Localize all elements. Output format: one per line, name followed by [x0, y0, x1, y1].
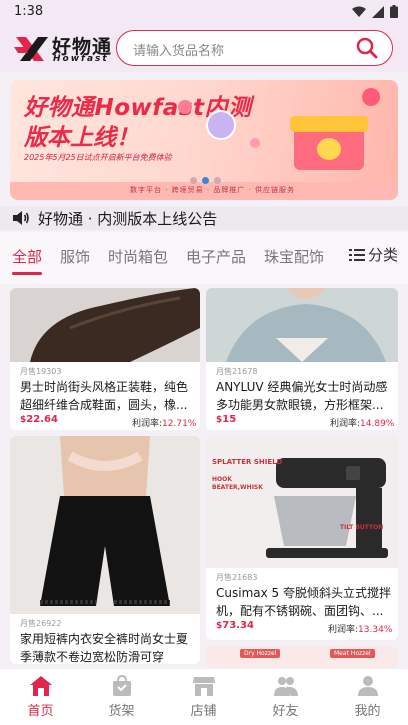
sold-count: 月售21678 — [216, 367, 258, 376]
promo-banner[interactable]: 好物通Howfast内测 版本上线！ 2025年5月25日试点开启新平台免费体验… — [10, 80, 398, 200]
list-icon — [348, 248, 365, 261]
carousel-dot[interactable] — [214, 177, 221, 184]
product-title: ANYLUV 经典偏光女士时尚动感多功能男女款眼镜，方形框架... — [216, 380, 388, 412]
product-image — [206, 436, 398, 568]
image-badge: Meat Hozzel — [330, 649, 375, 658]
tab-electronics[interactable]: 电子产品 — [186, 246, 246, 267]
battery-icon — [390, 5, 398, 18]
announcement-text: 好物通 · 内测版本上线公告 — [38, 210, 218, 228]
category-button[interactable]: 分类 — [344, 244, 398, 265]
tab-bags[interactable]: 时尚箱包 — [108, 246, 168, 267]
status-time: 1:38 — [14, 4, 44, 19]
nav-label: 店铺 — [190, 704, 217, 719]
product-price: $15 — [216, 414, 237, 425]
status-icons — [352, 5, 398, 18]
wifi-icon — [352, 6, 366, 17]
home-icon — [30, 676, 52, 696]
nav-store[interactable]: 店铺 — [163, 669, 244, 725]
profit-rate: 利润率:14.89% — [330, 419, 395, 429]
logo-subtext: Howfast — [53, 54, 109, 64]
carousel-indicator[interactable] — [190, 177, 221, 184]
sold-count: 月售26922 — [20, 619, 62, 628]
nav-shelf[interactable]: 货架 — [81, 669, 162, 725]
product-price: $22.64 — [20, 414, 58, 425]
product-title: 家用短裤内衣安全裤时尚女士夏季薄款不卷边宽松防滑可穿 — [20, 632, 189, 664]
banner-strip-text: 数字平台 · 跨境贸易 · 品牌推广 · 供应链服务 — [130, 186, 296, 194]
mixer-label-top: SPLATTER SHIELD — [212, 458, 283, 466]
carousel-dot-active[interactable] — [202, 177, 209, 184]
logo-x-icon — [14, 37, 48, 61]
profile-icon — [358, 676, 378, 696]
banner-subtitle: 2025年5月25日试点开启新平台免费体验 — [24, 153, 172, 162]
product-card[interactable]: Dry Hozzel Meat Hozzel — [206, 646, 398, 668]
decor-ball — [250, 138, 260, 148]
app-header: 好物通 Howfast 请输入货品名称 — [0, 26, 408, 72]
status-bar: 1:38 — [0, 0, 408, 26]
profit-rate: 利润率:13.34% — [328, 625, 393, 635]
app-logo[interactable]: 好物通 Howfast — [14, 32, 114, 66]
product-image — [206, 288, 398, 362]
nav-label: 我的 — [354, 704, 381, 719]
product-price: $73.34 — [216, 620, 254, 631]
banner-title-line2: 版本上线！ — [24, 125, 139, 151]
product-image — [10, 436, 200, 614]
sold-count: 月售19303 — [20, 367, 62, 376]
product-card[interactable]: SPLATTER SHIELD HOOK BEATER,WHISK TILT B… — [206, 436, 398, 640]
nav-home[interactable]: 首页 — [0, 669, 81, 725]
nav-friends[interactable]: 好友 — [245, 669, 326, 725]
banner-strip: 数字平台 · 跨境贸易 · 品牌推广 · 供应链服务 — [10, 182, 398, 200]
friends-icon — [274, 677, 298, 696]
profit-rate: 利润率:12.71% — [132, 419, 197, 429]
product-card[interactable]: 月售21678 ANYLUV 经典偏光女士时尚动感多功能男女款眼镜，方形框架..… — [206, 288, 398, 430]
tab-jewelry[interactable]: 珠宝配饰 — [264, 246, 324, 267]
signal-icon — [372, 5, 384, 18]
mixer-label-tilt: TILT BUTTON — [340, 524, 384, 531]
shop-icon — [193, 677, 215, 696]
product-card[interactable]: 月售26922 家用短裤内衣安全裤时尚女士夏季薄款不卷边宽松防滑可穿 — [10, 436, 200, 664]
sold-count: 月售21683 — [216, 573, 258, 582]
decor-ball — [178, 100, 192, 114]
search-placeholder: 请输入货品名称 — [133, 44, 225, 59]
product-title: Cusimax 5 夸脱倾斜头立式搅拌机，配有不锈钢碗、面团钩、... — [216, 586, 391, 618]
search-icon[interactable] — [356, 37, 378, 59]
tab-apparel[interactable]: 服饰 — [60, 246, 90, 267]
image-badge: Dry Hozzel — [240, 649, 281, 658]
search-input[interactable]: 请输入货品名称 — [116, 30, 393, 66]
robot-illustration — [206, 110, 236, 140]
gift-box-illustration — [290, 106, 368, 172]
speaker-icon — [13, 211, 29, 225]
bottom-nav: 首页 货架 店铺 好友 我的 — [0, 668, 408, 725]
product-title: 男士时尚街头风格正装鞋，纯色超细纤维合成鞋面，圆头，橡... — [20, 380, 189, 412]
product-image — [10, 288, 200, 362]
tab-all[interactable]: 全部 — [12, 246, 42, 267]
active-tab-indicator — [12, 272, 42, 275]
mixer-label-hook: HOOK BEATER,WHISK — [212, 476, 263, 491]
nav-label: 好友 — [272, 704, 299, 719]
nav-label: 首页 — [27, 704, 54, 719]
carousel-dot[interactable] — [190, 177, 197, 184]
decor-ball — [362, 88, 380, 106]
announcement-bar[interactable]: 好物通 · 内测版本上线公告 — [0, 206, 408, 230]
category-label: 分类 — [367, 246, 398, 264]
category-tabs: 全部 服饰 时尚箱包 电子产品 珠宝配饰 分类 — [0, 232, 408, 284]
bag-icon — [113, 675, 131, 696]
nav-label: 货架 — [108, 704, 135, 719]
product-card[interactable]: 月售19303 男士时尚街头风格正装鞋，纯色超细纤维合成鞋面，圆头，橡... $… — [10, 288, 200, 430]
nav-profile[interactable]: 我的 — [327, 669, 408, 725]
